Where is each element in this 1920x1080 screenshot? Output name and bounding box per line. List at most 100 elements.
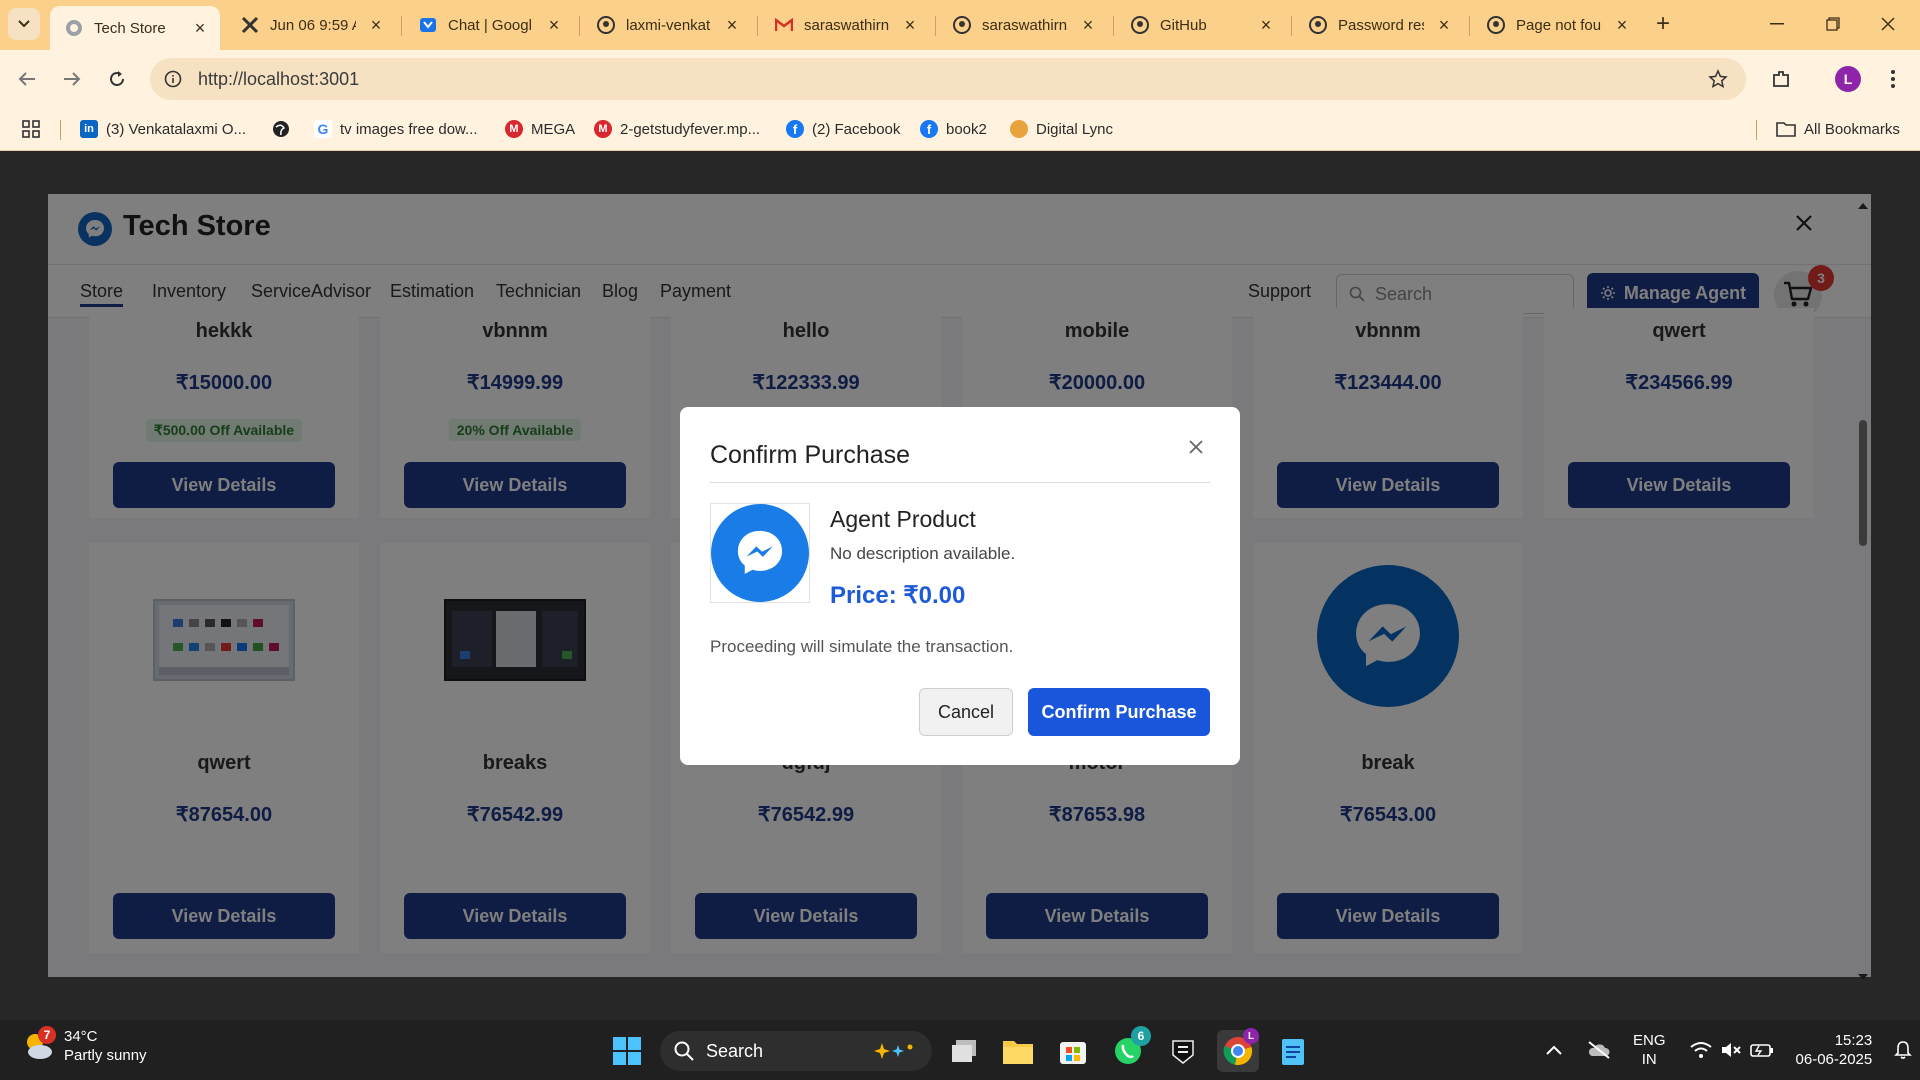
apps-button[interactable] [22,116,40,142]
tab-9[interactable]: Page not fou × [1472,6,1642,44]
address-bar[interactable]: http://localhost:3001 [150,58,1746,100]
clock[interactable]: 15:23 06-06-2025 [1796,1031,1873,1069]
url-text[interactable]: http://localhost:3001 [198,69,359,90]
close-tab-icon[interactable]: × [900,15,920,35]
volume-muted-icon[interactable] [1720,1041,1742,1059]
tab-title: Chat | Googl [448,16,532,34]
facebook-icon: f [920,120,938,138]
bookmark-label: Digital Lync [1036,120,1113,138]
tab-title: saraswathirn [804,16,890,34]
whatsapp-button[interactable]: 6 [1107,1026,1151,1072]
new-tab-button[interactable]: + [1643,8,1683,40]
tab-4[interactable]: laxmi-venkat × [582,6,752,44]
tab-2[interactable]: Jun 06 9:59 A × [226,6,396,44]
folder-icon [1776,122,1796,137]
tab-8[interactable]: Password res × [1294,6,1464,44]
store-icon [1060,1042,1086,1064]
info-icon[interactable] [164,70,182,88]
tab-title: Page not fou [1516,16,1602,34]
confirm-purchase-button[interactable]: Confirm Purchase [1028,688,1210,736]
bookmarks-bar: in (3) Venkatalaxmi O... Gtv images free … [0,108,1920,151]
taskbar-search[interactable]: Search [660,1031,932,1071]
battery-icon[interactable] [1749,1041,1774,1059]
restore-button[interactable] [1813,8,1853,40]
notepad-button[interactable] [1272,1030,1314,1072]
gmail-icon [774,15,794,35]
minimize-button[interactable] [1757,8,1797,40]
wifi-icon[interactable] [1689,1041,1712,1059]
bell-icon[interactable] [1894,1040,1913,1060]
weather-widget[interactable]: 7 34°C Partly sunny [22,1026,147,1065]
weather-badge: 7 [38,1026,56,1044]
tab-separator [757,16,758,36]
browser-chrome: Tech Store × Jun 06 9:59 A × Chat | Goog… [0,0,1920,151]
bookmark-book2[interactable]: f book2 [920,116,987,142]
extensions-button[interactable] [1764,62,1798,96]
bookmark-facebook[interactable]: f (2) Facebook [786,116,900,142]
forward-button[interactable] [55,62,89,96]
tab-separator [579,16,580,36]
start-button[interactable] [606,1030,648,1072]
modal-note: Proceeding will simulate the transaction… [710,637,1014,656]
profile-avatar[interactable]: L [1835,66,1861,92]
chevron-down-icon [18,20,30,28]
kebab-menu-icon [1891,70,1895,88]
globe-icon [64,18,84,38]
all-bookmarks-button[interactable]: All Bookmarks [1776,116,1900,142]
close-tab-icon[interactable]: × [722,15,742,35]
bookmark-getstudyfever[interactable]: M 2-getstudyfever.mp... [594,116,760,142]
minimize-icon [1770,23,1784,25]
bookmark-google[interactable]: Gtv images free dow... [314,116,478,142]
close-tab-icon[interactable]: × [1078,15,1098,35]
bookmark-digital-lync[interactable]: Digital Lync [1010,116,1113,142]
close-tab-icon[interactable]: × [190,18,210,38]
file-explorer-button[interactable] [997,1030,1039,1072]
back-button[interactable] [10,62,44,96]
tab-5[interactable]: saraswathirn × [760,6,930,44]
browser-toolbar: http://localhost:3001 L [0,50,1920,108]
chrome-button[interactable]: L [1217,1028,1259,1072]
globe-icon [273,121,289,137]
apps-grid-icon [22,120,40,138]
modal-close-button[interactable] [1188,439,1204,455]
modal-title: Confirm Purchase [710,441,911,469]
cloud-off-icon[interactable] [1587,1040,1611,1060]
cancel-button[interactable]: Cancel [919,688,1013,736]
tab-title: laxmi-venkat [626,16,711,34]
clock-date: 06-06-2025 [1795,1051,1873,1068]
reload-button[interactable] [100,62,134,96]
windows-icon [613,1037,641,1065]
close-icon [1189,440,1203,454]
tab-separator [935,16,936,36]
all-bookmarks-label: All Bookmarks [1804,120,1900,138]
bookmark-label: (3) Venkatalaxmi O... [106,120,247,138]
facebook-icon: f [786,120,804,138]
chevron-up-icon[interactable] [1545,1044,1563,1056]
tab-title: saraswathirn [982,16,1068,34]
star-icon[interactable] [1708,69,1728,89]
language-indicator[interactable]: ENG IN [1633,1031,1666,1069]
close-window-button[interactable] [1868,8,1908,40]
tab-title: GitHub [1160,16,1207,34]
close-tab-icon[interactable]: × [544,15,564,35]
app-button[interactable] [1162,1030,1204,1072]
close-tab-icon[interactable]: × [1434,15,1454,35]
tab-search-button[interactable] [8,8,40,40]
arrow-right-icon [64,72,81,86]
close-tab-icon[interactable]: × [1612,15,1632,35]
menu-button[interactable] [1876,62,1910,96]
close-tab-icon[interactable]: × [366,15,386,35]
tab-6[interactable]: saraswathirn × [938,6,1108,44]
task-view-button[interactable] [943,1030,985,1072]
reload-icon [110,71,124,86]
product-image [710,503,810,603]
bookmark-linkedin[interactable]: in (3) Venkatalaxmi O... [80,116,246,142]
bookmark-mega[interactable]: M MEGA [505,116,575,142]
close-tab-icon[interactable]: × [1256,15,1276,35]
bookmark-globe[interactable] [272,116,290,142]
github-icon [1130,15,1150,35]
tab-3[interactable]: Chat | Googl × [404,6,574,44]
tab-7[interactable]: GitHub × [1116,6,1286,44]
microsoft-store-button[interactable] [1052,1030,1094,1072]
tab-tech-store[interactable]: Tech Store × [50,6,220,50]
